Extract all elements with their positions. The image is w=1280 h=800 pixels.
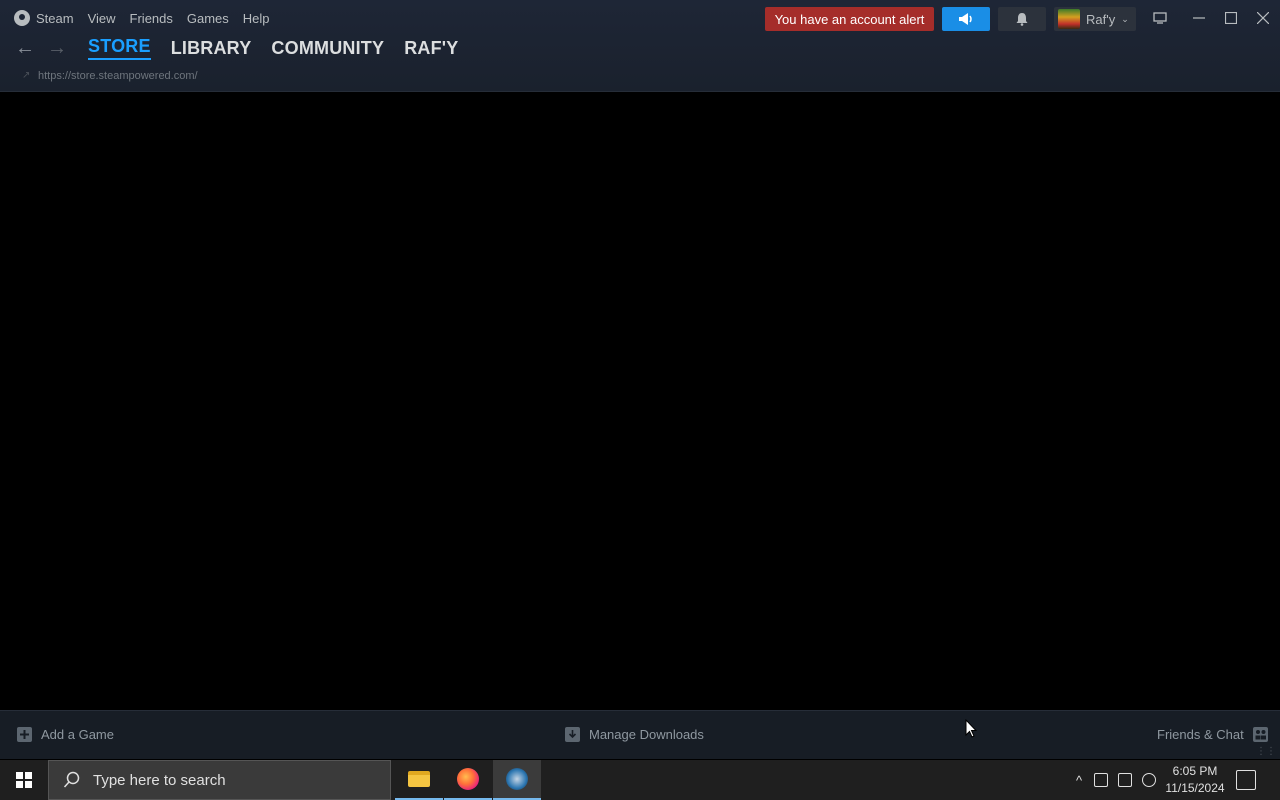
mouse-cursor <box>965 719 977 738</box>
search-icon <box>63 771 80 788</box>
menu-help[interactable]: Help <box>243 11 270 26</box>
taskbar-firefox[interactable] <box>444 760 492 800</box>
lock-icon: ↗ <box>22 70 31 81</box>
chevron-down-icon: ⌄ <box>1121 13 1129 24</box>
friends-chat-button[interactable]: Friends & Chat <box>1157 727 1268 742</box>
start-button[interactable] <box>0 760 48 800</box>
bottom-bar: Add a Game Manage Downloads Friends & Ch… <box>0 710 1280 759</box>
taskbar-clock[interactable]: 6:05 PM 11/15/2024 <box>1160 763 1230 797</box>
chevron-up-icon[interactable]: ^ <box>1070 760 1088 800</box>
windows-logo-icon <box>16 772 32 788</box>
add-icon <box>17 727 32 742</box>
menu-steam[interactable]: Steam <box>14 10 74 26</box>
steam-header: Steam View Friends Games Help You have a… <box>0 0 1280 92</box>
tab-store[interactable]: STORE <box>88 36 151 60</box>
close-button[interactable] <box>1249 6 1277 30</box>
minimize-button[interactable] <box>1185 6 1213 30</box>
taskbar-search[interactable]: Type here to search <box>48 760 391 800</box>
close-icon <box>1257 12 1269 24</box>
menu-games[interactable]: Games <box>187 11 229 26</box>
security-icon[interactable] <box>1094 773 1108 787</box>
firefox-icon <box>457 768 479 790</box>
add-game-button[interactable]: Add a Game <box>17 727 114 742</box>
download-icon <box>565 727 580 742</box>
friends-icon <box>1252 727 1268 742</box>
manage-downloads-label: Manage Downloads <box>589 727 704 742</box>
bell-icon <box>1016 13 1028 26</box>
system-tray <box>1094 760 1156 800</box>
steam-icon <box>506 768 528 790</box>
url-bar: ↗ https://store.steampowered.com/ <box>22 70 198 82</box>
big-picture-icon <box>1153 12 1167 24</box>
main-nav: ← → STORE LIBRARY COMMUNITY RAF'Y <box>14 36 469 60</box>
tab-community[interactable]: COMMUNITY <box>271 38 384 59</box>
steam-logo-icon <box>14 10 30 26</box>
taskbar-steam[interactable] <box>493 760 541 800</box>
account-alert-button[interactable]: You have an account alert <box>765 7 934 31</box>
maximize-button[interactable] <box>1217 6 1245 30</box>
taskbar-file-explorer[interactable] <box>395 760 443 800</box>
menu-view[interactable]: View <box>88 11 116 26</box>
resize-grip-icon[interactable]: ⋮⋮ <box>1256 746 1276 757</box>
forward-arrow-icon[interactable]: → <box>46 37 68 59</box>
menu-bar: Steam View Friends Games Help <box>14 8 270 28</box>
user-menu-button[interactable]: Raf'y ⌄ <box>1054 7 1136 31</box>
big-picture-button[interactable] <box>1146 6 1174 30</box>
content-area <box>0 93 1280 710</box>
announcements-button[interactable] <box>942 7 990 31</box>
steam-window: Steam View Friends Games Help You have a… <box>0 0 1280 759</box>
clock-date: 11/15/2024 <box>1165 781 1225 795</box>
clock-time: 6:05 PM <box>1172 764 1218 778</box>
search-placeholder: Type here to search <box>93 771 226 789</box>
volume-icon[interactable] <box>1142 773 1156 787</box>
manage-downloads-button[interactable]: Manage Downloads <box>565 727 704 742</box>
friends-chat-label: Friends & Chat <box>1157 727 1244 742</box>
tab-profile[interactable]: RAF'Y <box>404 38 458 59</box>
tab-library[interactable]: LIBRARY <box>171 38 252 59</box>
notification-icon[interactable] <box>1236 770 1256 790</box>
avatar <box>1058 9 1080 29</box>
maximize-icon <box>1225 12 1237 24</box>
windows-taskbar: Type here to search ^ 6:05 PM 11/15/2024 <box>0 760 1280 800</box>
folder-icon <box>408 771 430 787</box>
menu-steam-label: Steam <box>36 10 74 26</box>
username: Raf'y <box>1086 11 1116 27</box>
add-game-label: Add a Game <box>41 727 114 742</box>
megaphone-icon <box>959 13 972 25</box>
menu-friends[interactable]: Friends <box>130 11 173 26</box>
minimize-icon <box>1193 17 1205 19</box>
notifications-button[interactable] <box>998 7 1046 31</box>
network-icon[interactable] <box>1118 773 1132 787</box>
back-arrow-icon[interactable]: ← <box>14 37 36 59</box>
url-text[interactable]: https://store.steampowered.com/ <box>38 70 198 82</box>
